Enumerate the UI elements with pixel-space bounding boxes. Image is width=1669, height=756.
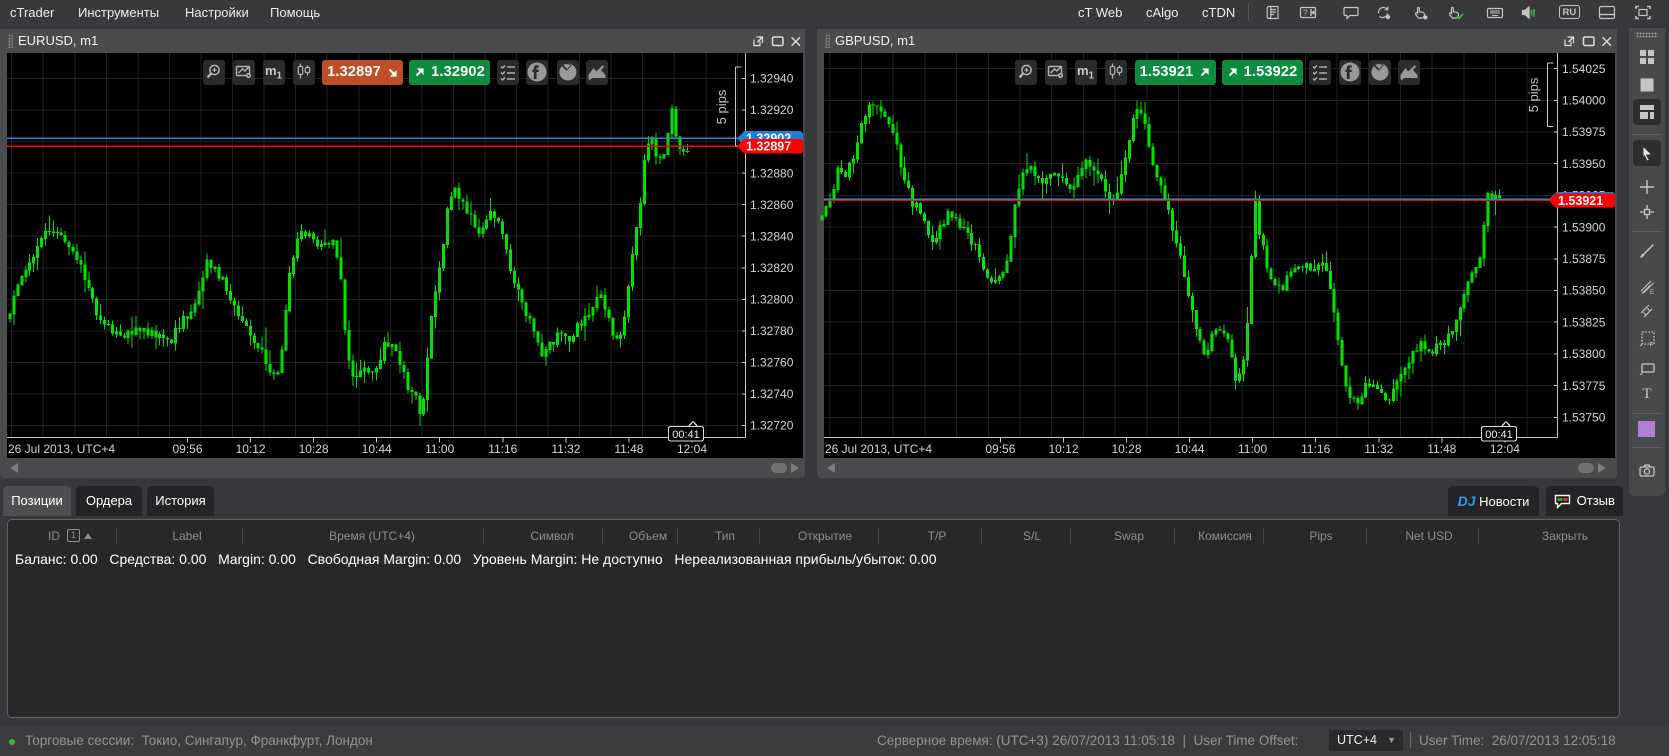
svg-text:09:56: 09:56	[172, 442, 202, 456]
svg-text:11:48: 11:48	[1427, 442, 1456, 456]
svg-text:1.53825: 1.53825	[1562, 315, 1606, 329]
svg-text:12:04: 12:04	[1490, 442, 1520, 456]
svg-text:11:32: 11:32	[551, 442, 580, 456]
svg-text:1.32820: 1.32820	[750, 261, 794, 275]
svg-text:1.53975: 1.53975	[1562, 125, 1606, 139]
svg-text:F: F	[1650, 342, 1654, 349]
svg-text:10:12: 10:12	[236, 442, 266, 456]
svg-text:26 Jul 2013, UTC+4: 26 Jul 2013, UTC+4	[825, 442, 932, 456]
svg-text:11:16: 11:16	[1301, 442, 1330, 456]
svg-text:1.32740: 1.32740	[750, 387, 794, 401]
svg-text:1.53921: 1.53921	[1558, 194, 1603, 208]
svg-text:10:28: 10:28	[1111, 442, 1141, 456]
svg-text:1.53750: 1.53750	[1562, 411, 1606, 425]
svg-text:1.53875: 1.53875	[1562, 252, 1606, 266]
svg-text:1.53950: 1.53950	[1562, 157, 1606, 171]
svg-text:10:12: 10:12	[1048, 442, 1078, 456]
svg-text:1.32760: 1.32760	[750, 356, 794, 370]
svg-text:1.32940: 1.32940	[750, 72, 794, 86]
svg-text:10:44: 10:44	[1175, 442, 1205, 456]
svg-text:00:41: 00:41	[1485, 429, 1513, 441]
svg-text:00:41: 00:41	[672, 429, 700, 441]
svg-text:26 Jul 2013, UTC+4: 26 Jul 2013, UTC+4	[8, 442, 115, 456]
svg-text:1.32720: 1.32720	[750, 419, 794, 433]
svg-text:1.53850: 1.53850	[1562, 284, 1606, 298]
svg-text:1.54000: 1.54000	[1562, 94, 1606, 108]
svg-text:1.32840: 1.32840	[750, 229, 794, 243]
svg-text:11:16: 11:16	[488, 442, 517, 456]
svg-text:11:00: 11:00	[425, 442, 454, 456]
svg-text:1.32897: 1.32897	[746, 140, 791, 154]
svg-text:1.53775: 1.53775	[1562, 379, 1606, 393]
svg-text:1.32780: 1.32780	[750, 324, 794, 338]
svg-text:09:56: 09:56	[985, 442, 1015, 456]
svg-text:11:32: 11:32	[1364, 442, 1393, 456]
svg-text:12:04: 12:04	[677, 442, 707, 456]
svg-text:1.32800: 1.32800	[750, 293, 794, 307]
svg-text:1.53800: 1.53800	[1562, 347, 1606, 361]
svg-text:11:48: 11:48	[614, 442, 643, 456]
svg-text:?: ?	[1303, 8, 1308, 18]
svg-text:10:44: 10:44	[362, 442, 392, 456]
svg-text:5 pips: 5 pips	[1526, 77, 1541, 112]
svg-text:1.53900: 1.53900	[1562, 220, 1606, 234]
svg-text:1.32880: 1.32880	[750, 166, 794, 180]
svg-text:1.32860: 1.32860	[750, 198, 794, 212]
svg-text:11:00: 11:00	[1238, 442, 1267, 456]
svg-text:E: E	[1650, 290, 1654, 296]
svg-text:5 pips: 5 pips	[714, 89, 729, 124]
svg-text:10:28: 10:28	[299, 442, 329, 456]
svg-text:1.32920: 1.32920	[750, 103, 794, 117]
svg-text:1.54025: 1.54025	[1562, 62, 1606, 76]
